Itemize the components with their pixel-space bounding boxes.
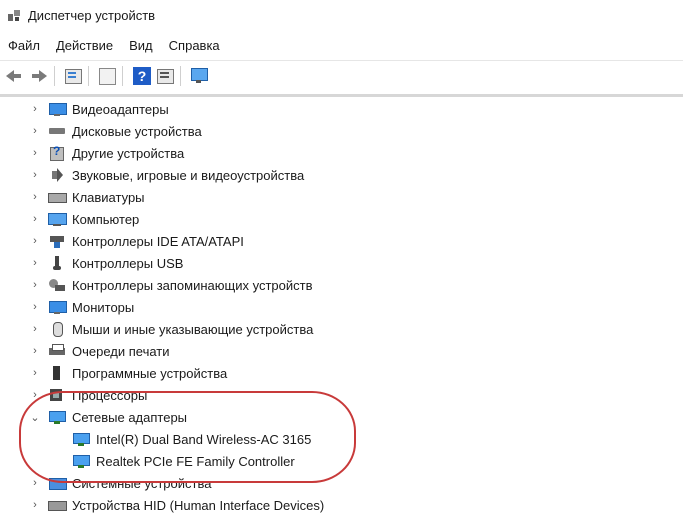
tree-item-label: Другие устройства <box>72 145 185 161</box>
tree-item-label: Realtek PCIe FE Family Controller <box>96 453 295 469</box>
computer-icon <box>48 211 67 227</box>
tree-item-keyboards[interactable]: › Клавиатуры <box>28 186 145 208</box>
tree-item-network-adapters[interactable]: ⌄ Сетевые адаптеры <box>28 406 187 428</box>
tree-item-label: Контроллеры запоминающих устройств <box>72 277 313 293</box>
tree-item-computer[interactable]: › Компьютер <box>28 208 139 230</box>
unknown-device-icon <box>48 144 66 161</box>
keyboard-icon <box>48 189 67 205</box>
chevron-right-icon[interactable]: › <box>28 212 42 226</box>
toolbar-separator <box>54 66 55 86</box>
software-device-icon <box>48 365 66 381</box>
menu-view[interactable]: Вид <box>121 38 161 53</box>
chevron-right-icon[interactable]: › <box>28 102 42 116</box>
help-button[interactable] <box>133 67 151 85</box>
tree-item-disk-drives[interactable]: › Дисковые устройства <box>28 120 202 142</box>
divider <box>0 94 683 97</box>
mouse-icon <box>48 321 66 337</box>
tree-item-hid[interactable]: › Устройства HID (Human Interface Device… <box>28 494 324 516</box>
chevron-right-icon[interactable]: › <box>28 146 42 160</box>
toolbar <box>0 60 683 91</box>
tree-item-label: Очереди печати <box>72 343 170 359</box>
storage-controller-icon <box>48 277 66 293</box>
tree-item-label: Контроллеры USB <box>72 255 184 271</box>
disk-drive-icon <box>48 123 66 139</box>
network-adapter-icon <box>72 453 90 469</box>
tree-item-intel-wireless[interactable]: Intel(R) Dual Band Wireless-AC 3165 <box>66 428 311 450</box>
tree-item-realtek[interactable]: Realtek PCIe FE Family Controller <box>66 450 295 472</box>
speaker-icon <box>48 167 66 183</box>
tree-item-monitors[interactable]: › Мониторы <box>28 296 134 318</box>
printer-icon <box>48 343 66 359</box>
tree-item-label: Мониторы <box>72 299 135 315</box>
display-adapter-icon <box>48 101 67 117</box>
scan-hardware-button[interactable] <box>188 65 210 87</box>
chevron-right-icon[interactable]: › <box>28 344 42 358</box>
device-tree: › Видеоадаптеры › Дисковые устройства › … <box>0 98 683 513</box>
monitor-icon <box>48 299 67 315</box>
chevron-right-icon[interactable]: › <box>28 190 42 204</box>
usb-icon <box>48 255 66 271</box>
tree-item-system-devices[interactable]: › Системные устройства <box>28 472 211 494</box>
title-bar: Диспетчер устройств <box>0 0 683 30</box>
tree-item-display-adapters[interactable]: › Видеоадаптеры <box>28 98 169 120</box>
tree-item-storage-controllers[interactable]: › Контроллеры запоминающих устройств <box>28 274 312 296</box>
tree-item-label: Intel(R) Dual Band Wireless-AC 3165 <box>96 431 312 447</box>
hid-icon <box>48 497 67 513</box>
tree-item-label: Видеоадаптеры <box>72 101 169 117</box>
tree-item-label: Сетевые адаптеры <box>72 409 188 425</box>
tree-item-other-devices[interactable]: › Другие устройства <box>28 142 184 164</box>
chevron-right-icon[interactable]: › <box>28 278 42 292</box>
tree-item-label: Звуковые, игровые и видеоустройства <box>72 167 305 183</box>
chevron-right-icon[interactable]: › <box>28 300 42 314</box>
tree-item-label: Контроллеры IDE ATA/ATAPI <box>72 233 244 249</box>
forward-button[interactable] <box>28 65 50 87</box>
window-title: Диспетчер устройств <box>28 7 156 23</box>
toolbar-separator <box>180 66 181 86</box>
network-adapter-icon <box>48 409 66 425</box>
chevron-right-icon[interactable]: › <box>28 476 42 490</box>
chevron-down-icon[interactable]: ⌄ <box>28 410 42 424</box>
chevron-right-icon[interactable]: › <box>28 124 42 138</box>
tree-item-software-devices[interactable]: › Программные устройства <box>28 362 227 384</box>
menu-file[interactable]: Файл <box>0 38 48 53</box>
network-adapter-icon <box>72 431 90 447</box>
menu-help[interactable]: Справка <box>161 38 228 53</box>
menu-action[interactable]: Действие <box>48 38 121 53</box>
system-device-icon <box>48 475 67 491</box>
refresh-button[interactable] <box>96 65 118 87</box>
device-manager-icon <box>6 7 22 23</box>
toolbar-separator <box>88 66 89 86</box>
tree-item-label: Программные устройства <box>72 365 228 381</box>
tree-item-label: Компьютер <box>72 211 140 227</box>
tree-item-label: Дисковые устройства <box>72 123 202 139</box>
tree-item-mice[interactable]: › Мыши и иные указывающие устройства <box>28 318 313 340</box>
chevron-right-icon[interactable]: › <box>28 388 42 402</box>
menu-bar: Файл Действие Вид Справка <box>0 34 683 56</box>
back-button[interactable] <box>3 65 25 87</box>
toolbar-separator <box>122 66 123 86</box>
tree-item-label: Мыши и иные указывающие устройства <box>72 321 314 337</box>
tree-item-label: Процессоры <box>72 387 148 403</box>
tree-item-usb[interactable]: › Контроллеры USB <box>28 252 183 274</box>
tree-item-print-queues[interactable]: › Очереди печати <box>28 340 170 362</box>
ide-controller-icon <box>48 233 66 249</box>
tree-item-label: Клавиатуры <box>72 189 145 205</box>
chevron-right-icon[interactable]: › <box>28 322 42 336</box>
properties-button[interactable] <box>62 65 84 87</box>
list-view-button[interactable] <box>154 65 176 87</box>
tree-item-label: Системные устройства <box>72 475 212 491</box>
chevron-right-icon[interactable]: › <box>28 366 42 380</box>
cpu-icon <box>48 387 66 403</box>
chevron-right-icon[interactable]: › <box>28 498 42 512</box>
tree-item-processors[interactable]: › Процессоры <box>28 384 147 406</box>
tree-item-label: Устройства HID (Human Interface Devices) <box>72 497 325 513</box>
chevron-right-icon[interactable]: › <box>28 168 42 182</box>
chevron-right-icon[interactable]: › <box>28 234 42 248</box>
tree-item-sound[interactable]: › Звуковые, игровые и видеоустройства <box>28 164 304 186</box>
chevron-right-icon[interactable]: › <box>28 256 42 270</box>
tree-item-ide[interactable]: › Контроллеры IDE ATA/ATAPI <box>28 230 244 252</box>
